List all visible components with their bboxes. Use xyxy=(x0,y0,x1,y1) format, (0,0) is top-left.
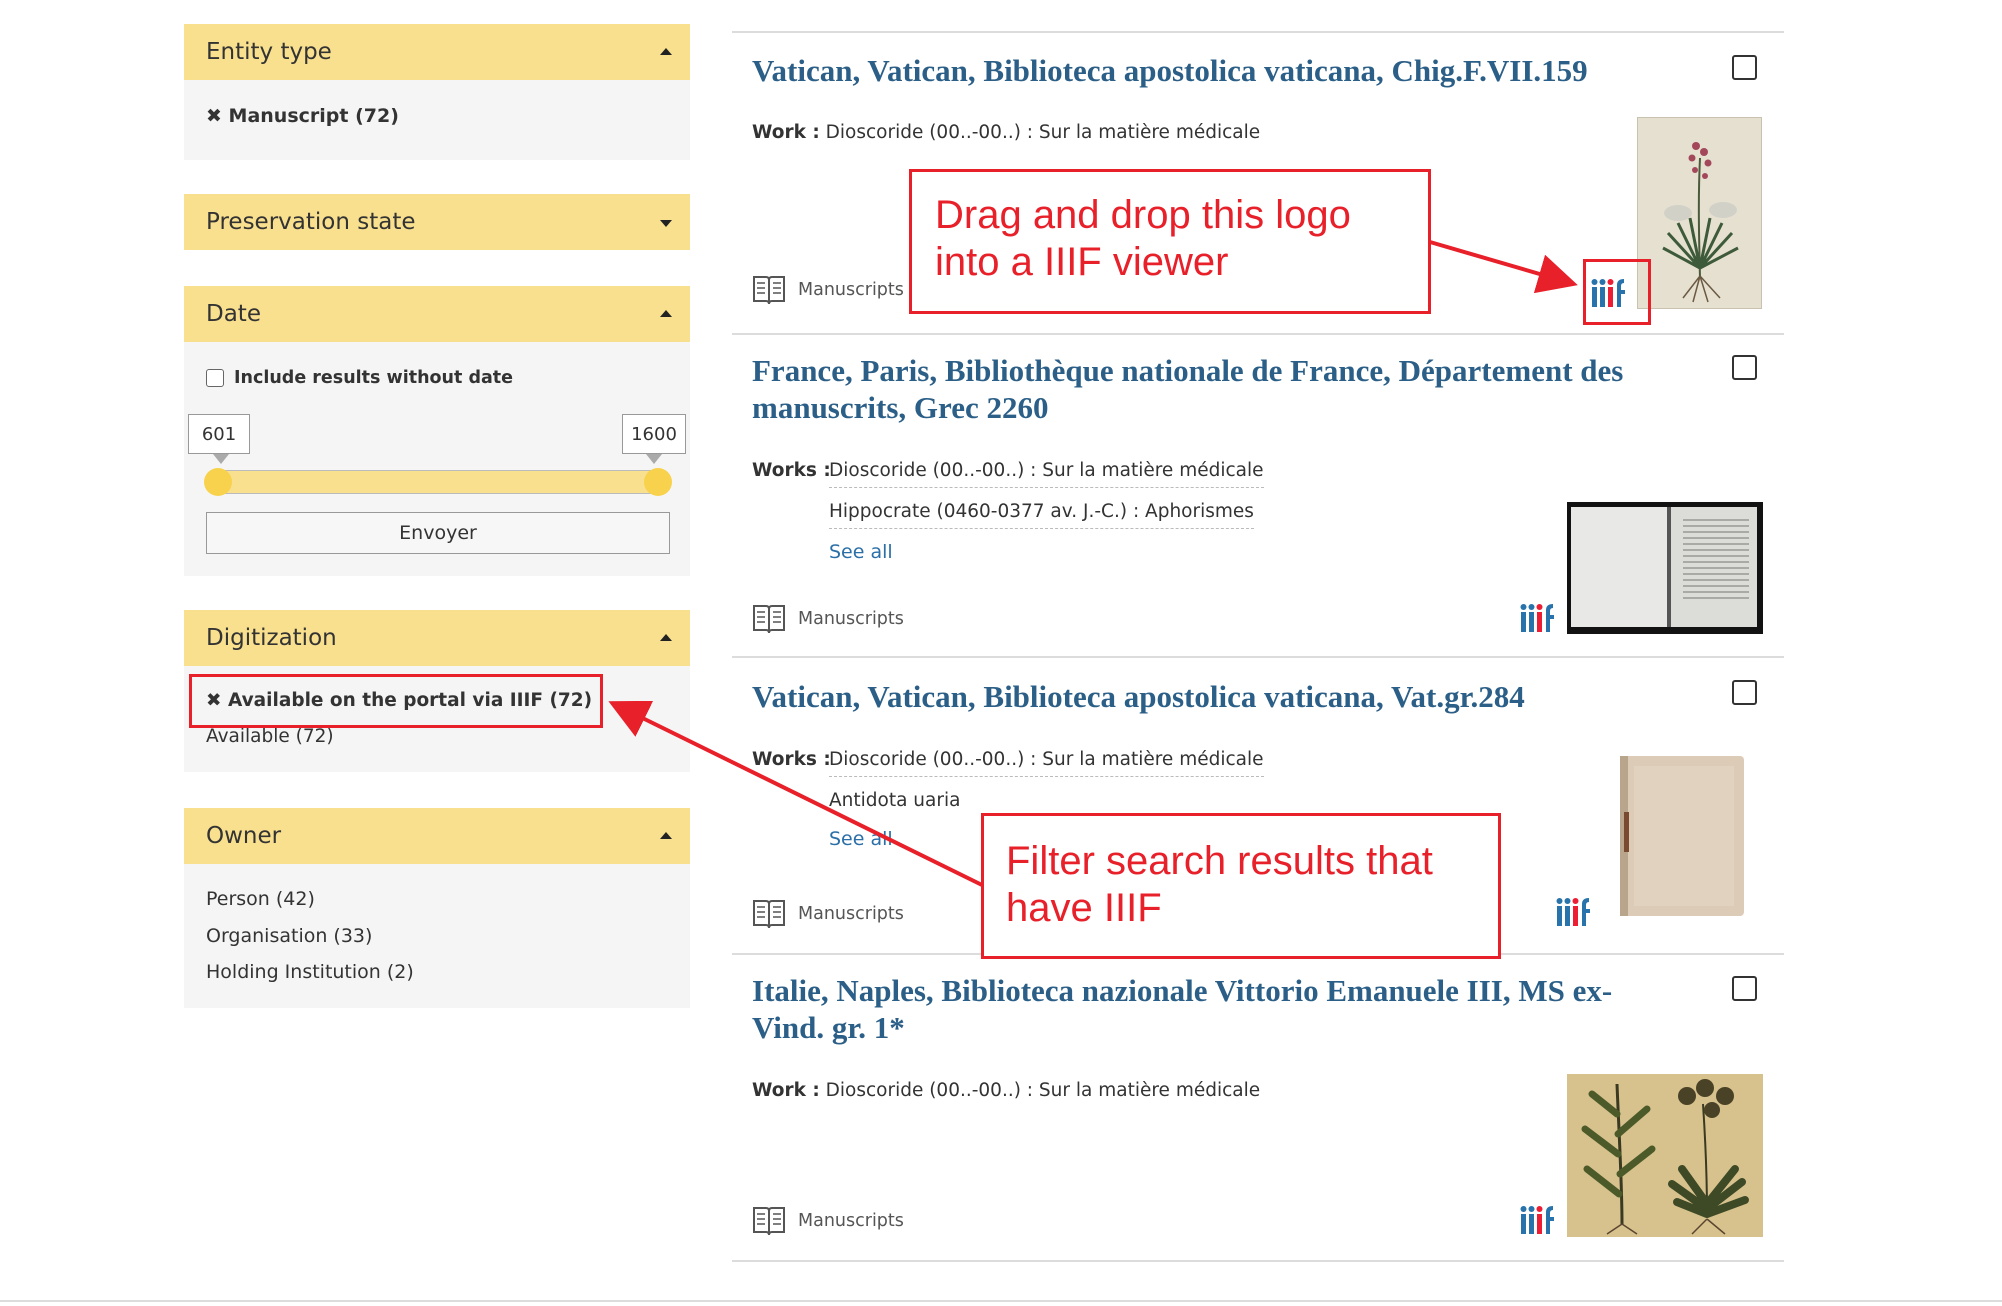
annotation-text-filter: Filter search results that have IIIF xyxy=(1006,838,1433,932)
annotation-text-drag-drop: Drag and drop this logo into a IIIF view… xyxy=(935,192,1351,286)
annotation-line: into a IIIF viewer xyxy=(935,240,1229,284)
annotation-line: have IIIF xyxy=(1006,886,1162,930)
annotation-line: Filter search results that xyxy=(1006,839,1433,883)
arrow-to-iiif-logo xyxy=(1429,240,1578,294)
annotation-line: Drag and drop this logo xyxy=(935,193,1351,237)
arrow-to-iiif-filter xyxy=(608,700,983,887)
